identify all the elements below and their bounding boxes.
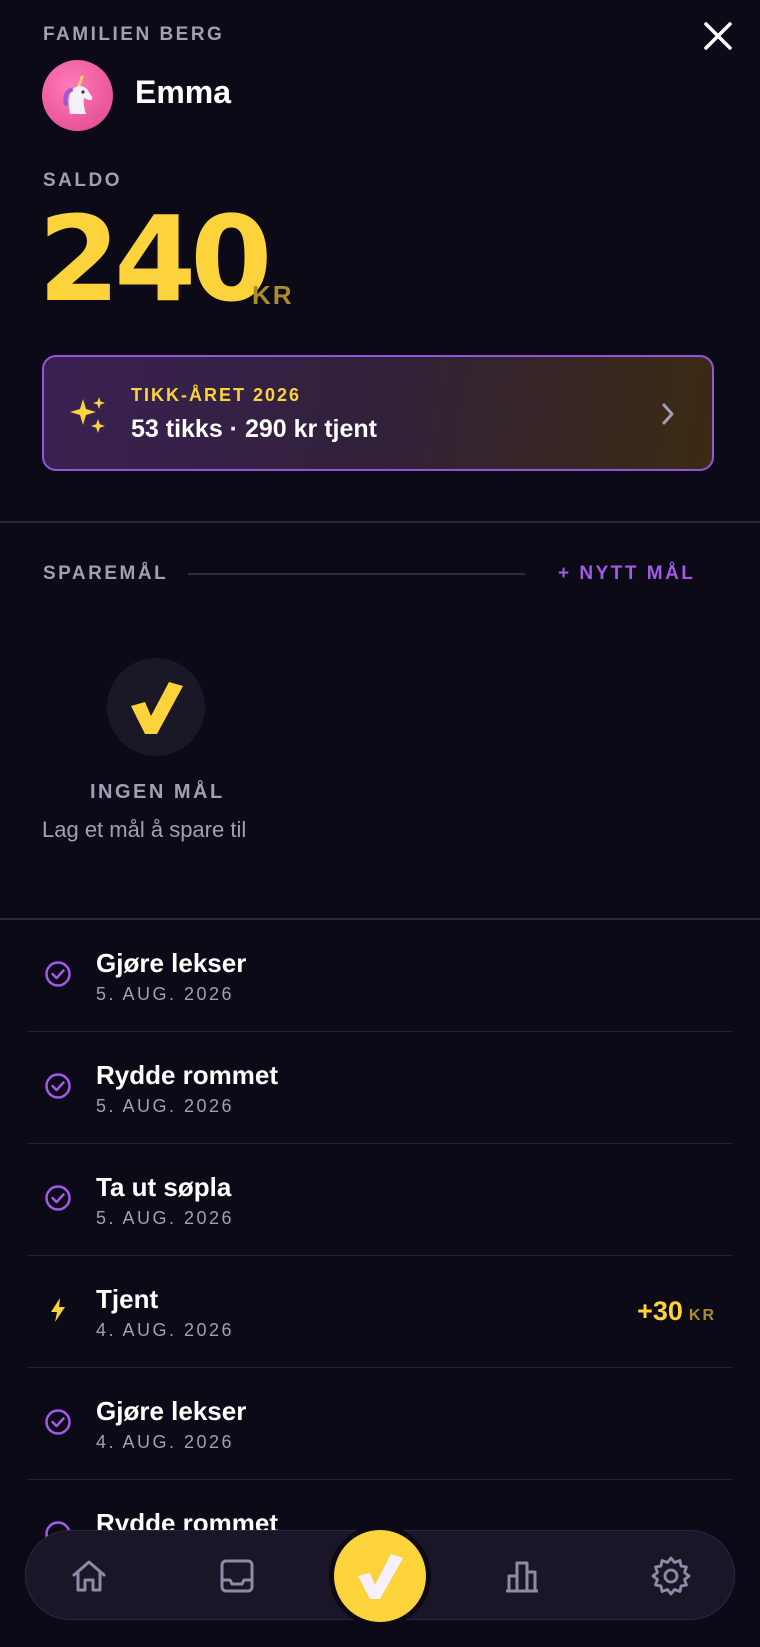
empty-goals-subtitle: Lag et mål å spare til [42,817,247,842]
nav-stats[interactable] [499,1553,545,1599]
close-button[interactable] [700,18,736,54]
balance-unit: KR [252,280,294,310]
item-date: 5. AUG. 2026 [96,984,235,1004]
item-date: 4. AUG. 2026 [96,1432,235,1452]
chevron-right-icon [662,403,674,425]
gear-icon [651,1556,691,1596]
bottom-nav [25,1530,735,1622]
check-logo-icon [131,682,183,734]
balance-label: SALDO [43,170,122,191]
item-title: Gjøre lekser [96,948,247,978]
family-name: FAMILIEN BERG [43,24,225,45]
balance-amount: 240 [38,190,272,328]
list-item[interactable]: Rydde rommet 5. AUG. 2026 [28,1032,732,1144]
earned-amount-value: +30 [637,1296,683,1326]
section-divider [0,521,760,523]
year-summary-card[interactable]: TIKK-ÅRET 2026 53 tikks · 290 kr tjent [42,355,714,471]
check-circle-icon [45,1409,71,1435]
year-card-summary: 53 tikks · 290 kr tjent [131,415,377,443]
nav-check-button[interactable] [334,1530,426,1622]
check-icon [358,1554,403,1599]
activity-list: Gjøre lekser 5. AUG. 2026 Rydde rommet 5… [28,920,732,1550]
item-title: Gjøre lekser [96,1396,247,1426]
list-item[interactable]: Gjøre lekser 4. AUG. 2026 [28,1368,732,1480]
item-date: 5. AUG. 2026 [96,1208,235,1228]
item-date: 4. AUG. 2026 [96,1320,235,1340]
item-title: Tjent [96,1284,159,1314]
item-title: Rydde rommet [96,1060,279,1090]
list-item[interactable]: Gjøre lekser 5. AUG. 2026 [28,920,732,1032]
nav-settings[interactable] [648,1553,694,1599]
item-title: Ta ut søpla [96,1172,232,1202]
unicorn-icon [62,75,92,114]
nav-home[interactable] [66,1553,112,1599]
lightning-icon [51,1298,65,1322]
check-circle-icon [45,1073,71,1099]
goals-section-title: SPAREMÅL [43,563,169,584]
sparkles-icon [70,397,105,433]
empty-goals-badge [107,658,205,756]
empty-goals-title: INGEN MÅL [90,781,225,803]
list-item[interactable]: Ta ut søpla 5. AUG. 2026 [28,1144,732,1256]
earned-amount-unit: KR [688,1307,716,1324]
close-icon [704,22,732,50]
home-icon [72,1560,106,1592]
check-circle-icon [45,961,71,987]
bar-chart-icon [506,1561,538,1593]
item-date: 5. AUG. 2026 [96,1096,235,1116]
goals-divider-line [188,573,525,575]
avatar [42,60,113,131]
nav-inbox[interactable] [214,1553,260,1599]
check-circle-icon [45,1185,71,1211]
inbox-icon [220,1559,254,1593]
list-item[interactable]: Tjent 4. AUG. 2026 +30 KR [28,1256,732,1368]
new-goal-button[interactable]: + NYTT MÅL [558,563,695,585]
year-card-title: TIKK-ÅRET 2026 [131,385,302,405]
user-name: Emma [135,74,232,110]
earned-amount: +30 KR [637,1296,716,1327]
